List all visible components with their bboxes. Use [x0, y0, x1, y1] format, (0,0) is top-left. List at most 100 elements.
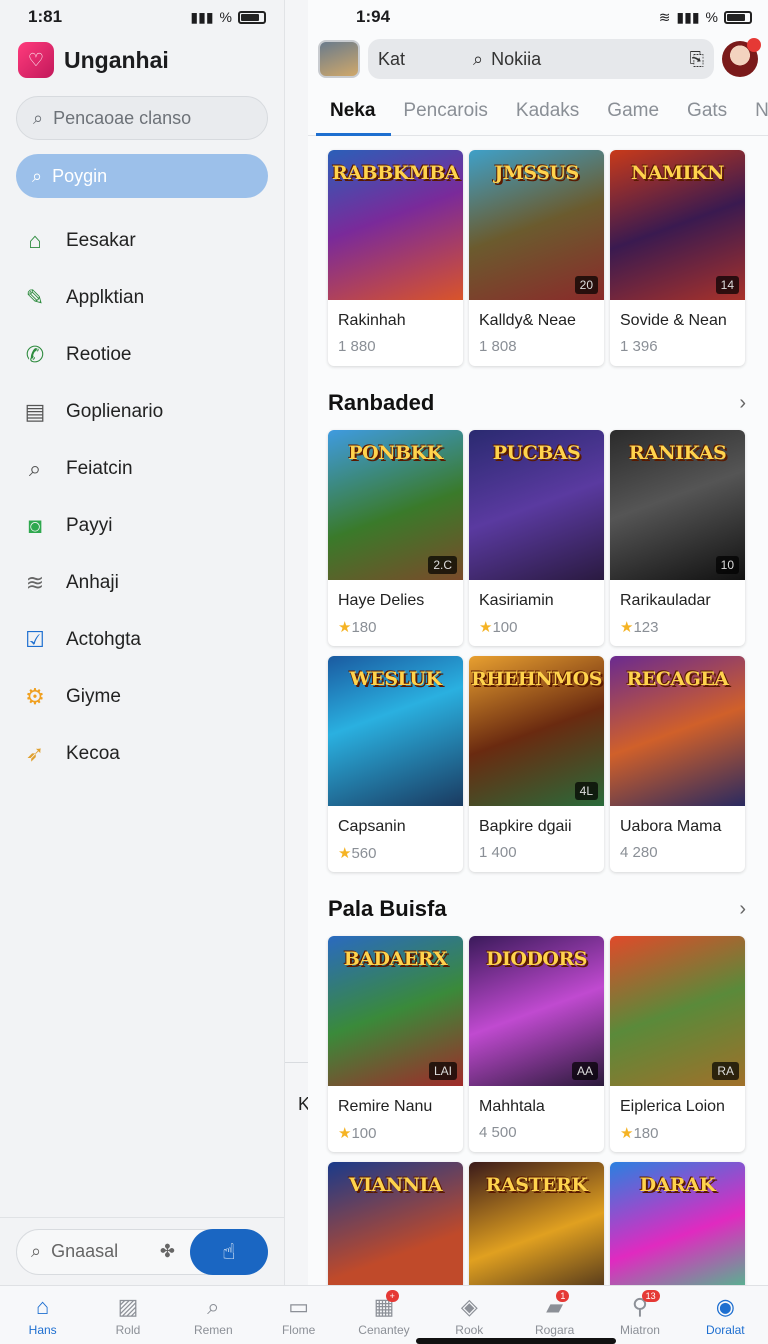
- section-header[interactable]: Ranbaded ›: [328, 376, 768, 430]
- sidebar-item[interactable]: ◙ Payyi: [0, 497, 284, 554]
- game-count: 1 396: [610, 330, 745, 355]
- game-art-title: VIANNIA: [348, 1174, 443, 1196]
- camera-icon[interactable]: ⎘: [690, 49, 704, 70]
- sidebar-item[interactable]: ➶ Kecoa: [0, 725, 284, 782]
- game-card[interactable]: PONBKK 2.C Haye Delies ★180: [328, 430, 463, 646]
- sidebar-item[interactable]: ✆ Reotioe: [0, 326, 284, 383]
- tab[interactable]: Game: [607, 100, 659, 136]
- sidebar-item[interactable]: ✎ Applktian: [0, 269, 284, 326]
- game-card[interactable]: RECAGEA Uabora Mama 4 280: [610, 656, 745, 872]
- game-artwork: JMSSUS 20: [469, 150, 604, 300]
- game-artwork: PUCBAS: [469, 430, 604, 580]
- game-art-title: RABBKMBA: [332, 162, 460, 184]
- bottom-nav-item[interactable]: ⌕ Remen: [171, 1286, 256, 1344]
- sidebar-item[interactable]: ⌕ Feiatcin: [0, 440, 284, 497]
- game-count-value: 1 808: [479, 338, 517, 355]
- avatar[interactable]: [722, 38, 761, 77]
- signal-icon: ▮▮▮: [190, 8, 214, 25]
- game-artwork: BADAERX LAI: [328, 936, 463, 1086]
- status-right-text: %: [219, 9, 232, 25]
- bottom-nav-item[interactable]: ◉ Doralat: [683, 1286, 768, 1344]
- bottom-nav-label: Flome: [281, 1322, 316, 1337]
- monitor-icon: ▭: [288, 1293, 310, 1319]
- search-icon: ⌕: [207, 1293, 220, 1319]
- section-title: Pala Buisfa: [328, 896, 447, 921]
- game-badge: RA: [712, 1062, 739, 1080]
- game-name: Eiplerica Loion: [620, 1098, 725, 1115]
- bottom-nav-item[interactable]: ▦ Cenantey +: [341, 1286, 426, 1344]
- game-card[interactable]: RA Eiplerica Loion ★180: [610, 936, 745, 1152]
- footer-search-label: Gnaasal: [51, 1241, 119, 1261]
- chevron-right-icon[interactable]: ›: [739, 898, 746, 921]
- sidebar-item[interactable]: ≋ Anhaji: [0, 554, 284, 611]
- sidebar-active-label: Poygin: [52, 165, 108, 186]
- bottom-nav-item[interactable]: ⚲ Miatron 13: [597, 1286, 682, 1344]
- card-row: PONBKK 2.C Haye Delies ★180 PUCBAS Kasiriamin…: [328, 430, 768, 646]
- game-card[interactable]: RHEHNMOS 4L Bapkire dgaii 1 400: [469, 656, 604, 872]
- chevron-right-icon[interactable]: ›: [739, 392, 746, 415]
- section-header[interactable]: Pala Buisfa ›: [328, 882, 768, 936]
- sidebar-item-label: Goplienario: [66, 400, 164, 422]
- bottom-nav-item[interactable]: ▨ Rold: [85, 1286, 170, 1344]
- game-art-title: NAMIKN: [631, 162, 724, 184]
- bottom-nav-item[interactable]: ▭ Flome: [256, 1286, 341, 1344]
- compose-button[interactable]: ☝: [190, 1228, 268, 1275]
- bottom-nav-label: Miatron: [619, 1322, 660, 1337]
- tab[interactable]: Kadaks: [516, 100, 579, 136]
- tab[interactable]: Na: [755, 100, 768, 136]
- app-header: ♡ Unganhai: [0, 34, 284, 96]
- game-card[interactable]: JMSSUS 20 Kalldy& Neae 1 808: [469, 150, 604, 366]
- sidebar-item[interactable]: ▤ Goplienario: [0, 383, 284, 440]
- search-bar[interactable]: Kat ⌕ Nokiia ⎘: [368, 39, 714, 79]
- game-card[interactable]: DARAK: [610, 1162, 745, 1285]
- tab[interactable]: Pencarois: [403, 100, 488, 136]
- game-card[interactable]: RASTERK: [469, 1162, 604, 1285]
- bottom-nav-item[interactable]: ⌂ Hans: [0, 1286, 85, 1344]
- game-card[interactable]: VIANNIA: [328, 1162, 463, 1285]
- sidebar-search-input[interactable]: ⌕ Pencaoae clanso: [16, 96, 268, 140]
- game-count: 1 880: [328, 330, 463, 355]
- game-count: 4 280: [610, 836, 745, 861]
- back-thumbnail-button[interactable]: [318, 40, 360, 78]
- game-card[interactable]: BADAERX LAI Remire Nanu ★100: [328, 936, 463, 1152]
- bottom-nav-item[interactable]: ▰ Rogara 1: [512, 1286, 597, 1344]
- game-card[interactable]: DIODORS AA Mahhtala 4 500: [469, 936, 604, 1152]
- game-count: ★180: [328, 610, 463, 636]
- game-artwork: PONBKK 2.C: [328, 430, 463, 580]
- tab[interactable]: Neka: [315, 100, 392, 136]
- card-row: WESLUK Capsanin ★560 RHEHNMOS 4L Bapkire dgai…: [328, 656, 768, 872]
- image-icon: ▨: [117, 1293, 139, 1319]
- box-icon: ◈: [460, 1293, 478, 1319]
- sidebar-active-item[interactable]: ⌕ Poygin: [16, 154, 268, 198]
- search-icon: ⌕: [32, 165, 43, 186]
- game-count: ★100: [469, 610, 604, 636]
- wifi-icon: ≋: [658, 8, 671, 25]
- game-count-value: 1 400: [479, 844, 517, 861]
- star-icon: ★: [620, 1125, 634, 1142]
- bottom-nav-item[interactable]: ◈ Rook: [427, 1286, 512, 1344]
- sidebar-item[interactable]: ⌂ Eesakar: [0, 212, 284, 269]
- sidebar-footer: ⌕ Gnaasal ✤ ☝: [0, 1217, 284, 1285]
- game-card[interactable]: RANIKAS 10 Rarikauladar ★123: [610, 430, 745, 646]
- game-card[interactable]: WESLUK Capsanin ★560: [328, 656, 463, 872]
- sidebar-item[interactable]: ⚙ Giyme: [0, 668, 284, 725]
- game-card[interactable]: RABBKMBA Rakinhah 1 880: [328, 150, 463, 366]
- right-panel: 1:94 ≋ ▮▮▮ % Kat ⌕ Nokiia ⎘ Neka Pencaroi…: [308, 0, 768, 1285]
- search-scope-label: Kat: [378, 48, 406, 69]
- game-artwork: RASTERK: [469, 1162, 604, 1285]
- game-card[interactable]: PUCBAS Kasiriamin ★100: [469, 430, 604, 646]
- panel-divider: [285, 1062, 308, 1063]
- search-icon: ⌕: [31, 1241, 42, 1261]
- game-name: Haye Delies: [338, 592, 425, 609]
- game-count: ★560: [328, 836, 463, 862]
- game-artwork: DIODORS AA: [469, 936, 604, 1086]
- card-row: VIANNIA RASTERK DARAK: [328, 1162, 768, 1285]
- game-name: Rarikauladar: [620, 592, 711, 609]
- search-icon: ⌕: [28, 455, 42, 481]
- game-count: 4 500: [469, 1116, 604, 1141]
- game-artwork: NAMIKN 14: [610, 150, 745, 300]
- sidebar-item[interactable]: ☑ Actohgta: [0, 611, 284, 668]
- game-name: Mahhtala: [479, 1098, 545, 1115]
- game-card[interactable]: NAMIKN 14 Sovide & Nean 1 396: [610, 150, 745, 366]
- tab[interactable]: Gats: [687, 100, 727, 136]
